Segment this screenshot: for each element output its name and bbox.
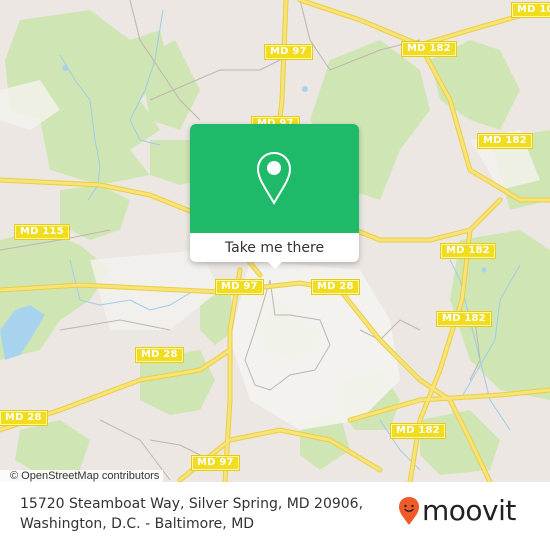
attribution-text[interactable]: © OpenStreetMap contributors: [10, 470, 159, 482]
location-popup: Take me there: [190, 124, 359, 262]
footer: 15720 Steamboat Way, Silver Spring, MD 2…: [0, 482, 550, 550]
road-label-md182-top: MD 182: [401, 41, 457, 57]
map-view[interactable]: MD 108 MD 97 MD 182 MD 97 MD 182 MD 115 …: [0, 0, 550, 482]
road-label-md97-center: MD 97: [215, 279, 264, 295]
address-line-2: Washington, D.C. - Baltimore, MD: [20, 516, 255, 532]
moovit-pin-icon: [399, 497, 419, 525]
map-pin-icon: [256, 151, 292, 206]
road-label-md28-left: MD 28: [135, 347, 184, 363]
address-line-1: 15720 Steamboat Way, Silver Spring, MD 2…: [20, 496, 364, 512]
road-label-md28-far-left: MD 28: [0, 410, 48, 426]
road-label-md182-right1: MD 182: [477, 133, 533, 149]
moovit-wordmark: moovit: [422, 494, 516, 527]
map-attribution[interactable]: © OpenStreetMap contributors: [0, 470, 164, 482]
road-label-md97-top: MD 97: [264, 44, 313, 60]
road-label-md115: MD 115: [14, 224, 70, 240]
road-label-md108: MD 108: [511, 2, 550, 18]
road-label-md182-right3: MD 182: [436, 311, 492, 327]
popup-pointer: [266, 260, 284, 269]
take-me-there-button[interactable]: Take me there: [190, 233, 359, 262]
road-label-md97-bottom: MD 97: [191, 455, 240, 471]
road-label-md182-bottom: MD 182: [390, 423, 446, 439]
popup-header: [190, 124, 359, 233]
road-label-md28-center: MD 28: [311, 279, 360, 295]
address: 15720 Steamboat Way, Silver Spring, MD 2…: [20, 494, 363, 534]
moovit-logo[interactable]: moovit: [398, 496, 516, 526]
road-label-md182-right2: MD 182: [440, 243, 496, 259]
